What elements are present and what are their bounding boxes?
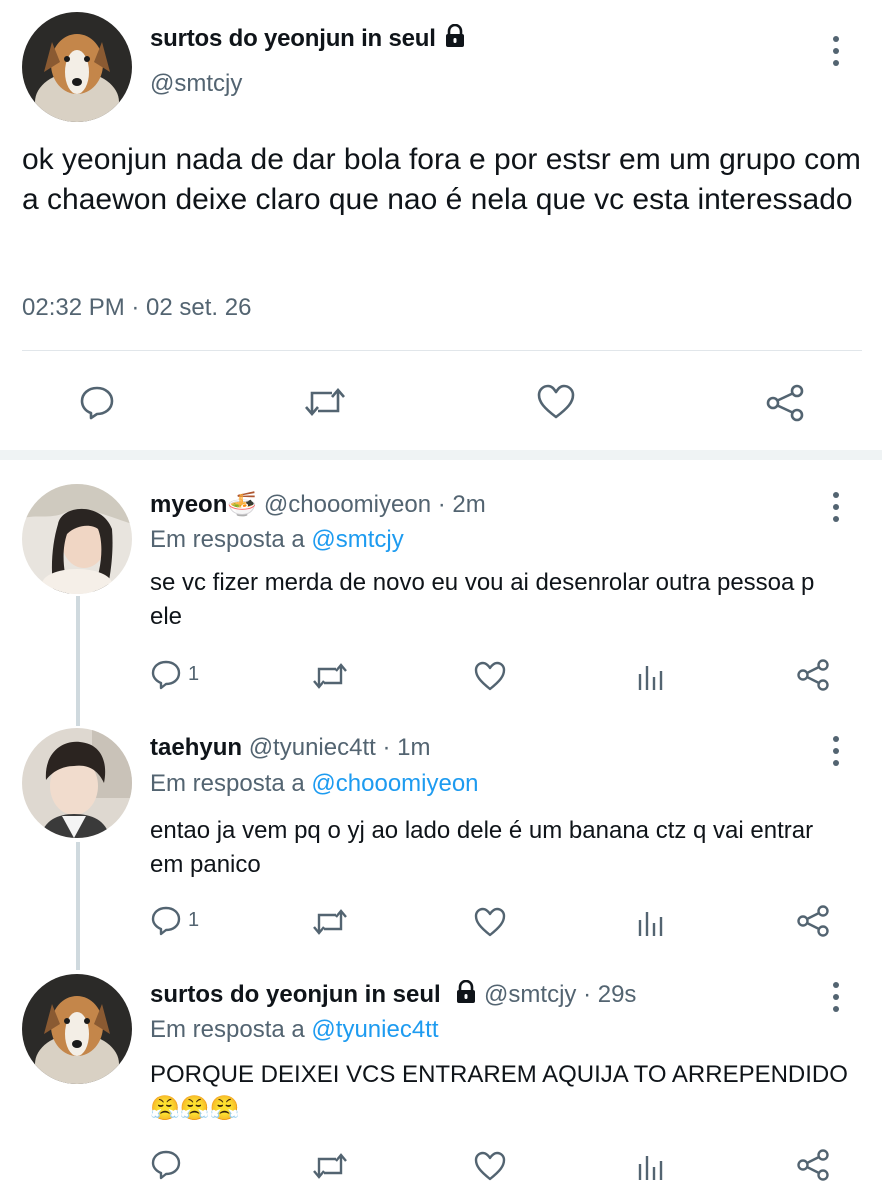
handle[interactable]: @smtcjy	[484, 981, 576, 1008]
analytics-icon	[638, 912, 663, 936]
avatar[interactable]	[22, 12, 132, 122]
tweet-text: ok yeonjun nada de dar bola fora e por e…	[22, 143, 870, 216]
lock-icon	[455, 979, 477, 1011]
replying-to-link[interactable]: @smtcjy	[311, 526, 403, 553]
retweet-button[interactable]	[310, 660, 350, 692]
like-button[interactable]	[473, 906, 507, 938]
like-icon	[474, 907, 506, 937]
reply-tweet: myeon🍜 @chooomiyeon · 2m Em resposta a @…	[0, 478, 882, 718]
more-icon[interactable]	[826, 736, 846, 766]
retweet-button[interactable]	[310, 906, 350, 938]
retweet-icon	[313, 909, 347, 935]
relative-time[interactable]: · 1m	[382, 734, 430, 761]
display-name[interactable]: surtos do yeonjun in seul	[150, 981, 441, 1008]
analytics-button[interactable]	[636, 908, 666, 938]
user-avatar-image	[22, 484, 132, 594]
like-icon	[474, 661, 506, 691]
share-icon	[797, 1149, 829, 1181]
share-button[interactable]	[795, 904, 831, 938]
divider	[22, 350, 862, 351]
reply-header: surtos do yeonjun in seul @smtcjy · 29s	[150, 979, 636, 1011]
display-name[interactable]: taehyun	[150, 734, 242, 761]
display-name-text: surtos do yeonjun in seul	[150, 24, 436, 52]
reply-text: entao ja vem pq o yj ao lado dele é um b…	[150, 817, 814, 878]
reply-count: 1	[188, 662, 200, 685]
reply-icon	[151, 660, 181, 690]
replying-to-prefix: Em resposta a	[150, 526, 312, 553]
replying-to-link[interactable]: @chooomiyeon	[311, 770, 478, 797]
analytics-icon	[638, 1156, 663, 1180]
reply-icon	[151, 1150, 181, 1180]
reply-button[interactable]	[78, 383, 116, 421]
display-name[interactable]: myeon🍜	[150, 491, 257, 518]
analytics-button[interactable]	[636, 1152, 666, 1182]
avatar[interactable]	[22, 974, 132, 1084]
replying-to: Em resposta a @smtcjy	[150, 526, 404, 554]
user-avatar-image	[22, 728, 132, 838]
replying-to-prefix: Em resposta a	[150, 1016, 312, 1043]
reply-header: myeon🍜 @chooomiyeon · 2m	[150, 490, 486, 519]
share-icon	[766, 384, 804, 422]
avatar[interactable]	[22, 728, 132, 838]
reply-header: taehyun @tyuniec4tt · 1m	[150, 734, 430, 762]
tweet-timestamp[interactable]: 02:32 PM · 02 set. 26	[22, 294, 251, 322]
retweet-icon	[313, 663, 347, 689]
reply-count: 1	[188, 908, 200, 931]
handle[interactable]: @smtcjy	[150, 70, 242, 98]
reply-icon	[80, 386, 114, 420]
reply-text: PORQUE DEIXEI VCS ENTRAREM AQUIJA TO ARR…	[150, 1061, 848, 1122]
retweet-icon	[313, 1153, 347, 1179]
analytics-button[interactable]	[636, 662, 666, 692]
dog-avatar-image	[22, 12, 132, 122]
share-button[interactable]	[795, 1148, 831, 1182]
reply-tweet: surtos do yeonjun in seul @smtcjy · 29s …	[0, 968, 882, 1200]
more-icon[interactable]	[826, 982, 846, 1012]
relative-time[interactable]: · 29s	[583, 981, 636, 1008]
retweet-button[interactable]	[302, 383, 348, 421]
more-icon[interactable]	[826, 36, 846, 66]
like-button[interactable]	[536, 383, 576, 421]
avatar[interactable]	[22, 484, 132, 594]
more-icon[interactable]	[826, 492, 846, 522]
analytics-icon	[638, 666, 663, 690]
relative-time[interactable]: · 2m	[438, 491, 486, 518]
like-button[interactable]	[473, 1150, 507, 1182]
reply-button[interactable]: 1	[150, 904, 199, 936]
replying-to: Em resposta a @tyuniec4tt	[150, 1016, 439, 1044]
handle[interactable]: @chooomiyeon	[264, 491, 431, 518]
section-divider	[0, 450, 882, 460]
reply-button[interactable]	[150, 1148, 182, 1180]
like-icon	[474, 1151, 506, 1181]
share-icon	[797, 659, 829, 691]
share-icon	[797, 905, 829, 937]
replying-to-prefix: Em resposta a	[150, 770, 312, 797]
reply-text: se vc fizer merda de novo eu vou ai dese…	[150, 569, 815, 630]
like-button[interactable]	[473, 660, 507, 692]
replying-to: Em resposta a @chooomiyeon	[150, 770, 479, 798]
share-button[interactable]	[764, 383, 806, 423]
lock-icon	[444, 23, 466, 55]
reply-icon	[151, 906, 181, 936]
display-name[interactable]: surtos do yeonjun in seul	[150, 23, 466, 55]
retweet-button[interactable]	[310, 1150, 350, 1182]
reply-tweet: taehyun @tyuniec4tt · 1m Em resposta a @…	[0, 722, 882, 962]
retweet-icon	[305, 388, 345, 416]
share-button[interactable]	[795, 658, 831, 692]
replying-to-link[interactable]: @tyuniec4tt	[311, 1016, 438, 1043]
main-tweet: surtos do yeonjun in seul @smtcjy ok yeo…	[0, 0, 882, 450]
dog-avatar-image	[22, 974, 132, 1084]
like-icon	[537, 384, 575, 419]
handle[interactable]: @tyuniec4tt	[249, 734, 376, 761]
reply-button[interactable]: 1	[150, 658, 199, 690]
